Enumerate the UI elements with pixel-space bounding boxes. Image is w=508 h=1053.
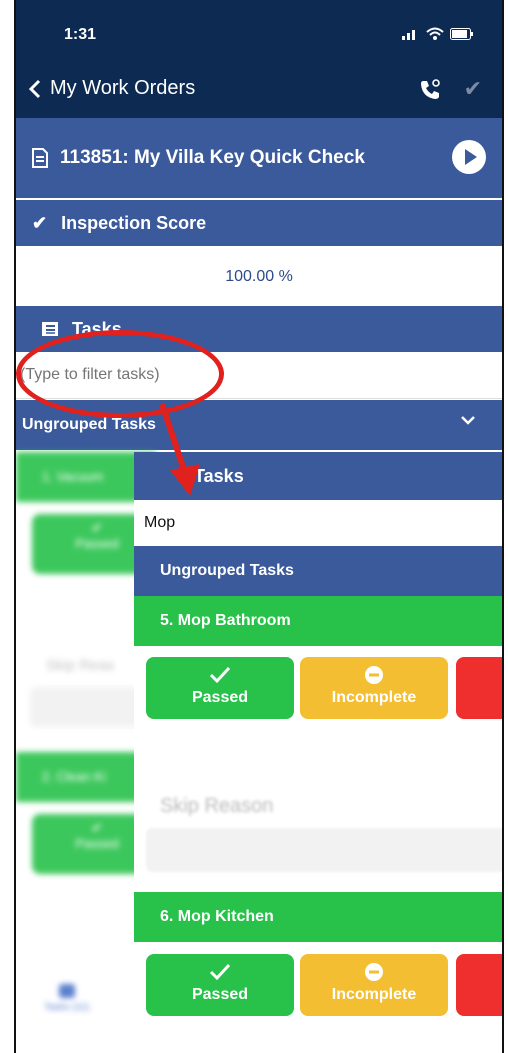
background-tab-label: Tasks (11): [44, 1002, 90, 1013]
play-icon: [465, 149, 477, 165]
filtered-tasks-panel: Tasks Mop Ungrouped Tasks 5. Mop Bathroo…: [134, 452, 502, 1053]
overlay-filter-input[interactable]: Mop: [134, 502, 502, 544]
background-tab-tasks: Tasks (11): [44, 984, 89, 1013]
annotation-arrow-icon: [159, 403, 200, 496]
inspection-score-label: Inspection Score: [61, 212, 207, 233]
minus-circle-icon: [365, 666, 383, 684]
document-icon: [32, 148, 48, 168]
failed-button[interactable]: [456, 954, 502, 1016]
task-item-mop-kitchen[interactable]: 6. Mop Kitchen: [134, 892, 502, 942]
incomplete-button[interactable]: Incomplete: [300, 657, 448, 719]
minus-circle-icon: [365, 963, 383, 981]
inspection-score-header: ✔ Inspection Score: [16, 200, 502, 246]
checkmark-icon: ✔: [32, 212, 48, 233]
play-button[interactable]: [452, 140, 486, 174]
incomplete-button[interactable]: Incomplete: [300, 954, 448, 1016]
chevron-down-icon[interactable]: [460, 414, 476, 426]
list-icon: [42, 322, 58, 336]
incomplete-label: Incomplete: [331, 689, 417, 706]
overlay-group-header[interactable]: Ungrouped Tasks: [134, 546, 502, 596]
back-button[interactable]: My Work Orders: [28, 77, 195, 100]
passed-button[interactable]: Passed: [146, 954, 294, 1016]
phone-frame: 1:31 My Work Orders ✔ 113851: My Villa K…: [14, 0, 504, 1053]
phone-icon[interactable]: [418, 78, 442, 102]
check-icon: [209, 666, 231, 684]
group-label: Ungrouped Tasks: [22, 416, 156, 433]
failed-button[interactable]: [456, 657, 502, 719]
overlay-group-label: Ungrouped Tasks: [160, 562, 294, 579]
passed-label: Passed: [191, 689, 249, 706]
passed-label: Passed: [191, 986, 249, 1003]
nav-bar: My Work Orders ✔: [16, 60, 502, 118]
chevron-left-icon: [28, 79, 41, 98]
status-time: 1:31: [64, 26, 97, 43]
skip-reason-label: Skip Reason: [160, 795, 274, 817]
signal-icon: [402, 30, 415, 40]
work-order-title: 113851: My Villa Key Quick Check: [60, 147, 365, 168]
background-skip-label: Skip Reas: [46, 657, 115, 674]
status-icons: [402, 27, 474, 41]
passed-button[interactable]: Passed: [146, 657, 294, 719]
status-bar: 1:31: [16, 0, 502, 60]
wifi-icon: [426, 27, 444, 40]
battery-icon: [450, 28, 473, 40]
checkmark-icon[interactable]: ✔: [464, 76, 482, 102]
incomplete-label: Incomplete: [331, 986, 417, 1003]
back-label: My Work Orders: [50, 77, 196, 99]
work-order-header: 113851: My Villa Key Quick Check: [16, 118, 502, 198]
task-item-mop-bathroom[interactable]: 5. Mop Bathroom: [134, 596, 502, 646]
background-skip-input: [30, 687, 150, 727]
check-icon: [209, 963, 231, 981]
skip-reason-input[interactable]: [146, 828, 502, 872]
inspection-score-value: 100.00 %: [16, 248, 502, 306]
